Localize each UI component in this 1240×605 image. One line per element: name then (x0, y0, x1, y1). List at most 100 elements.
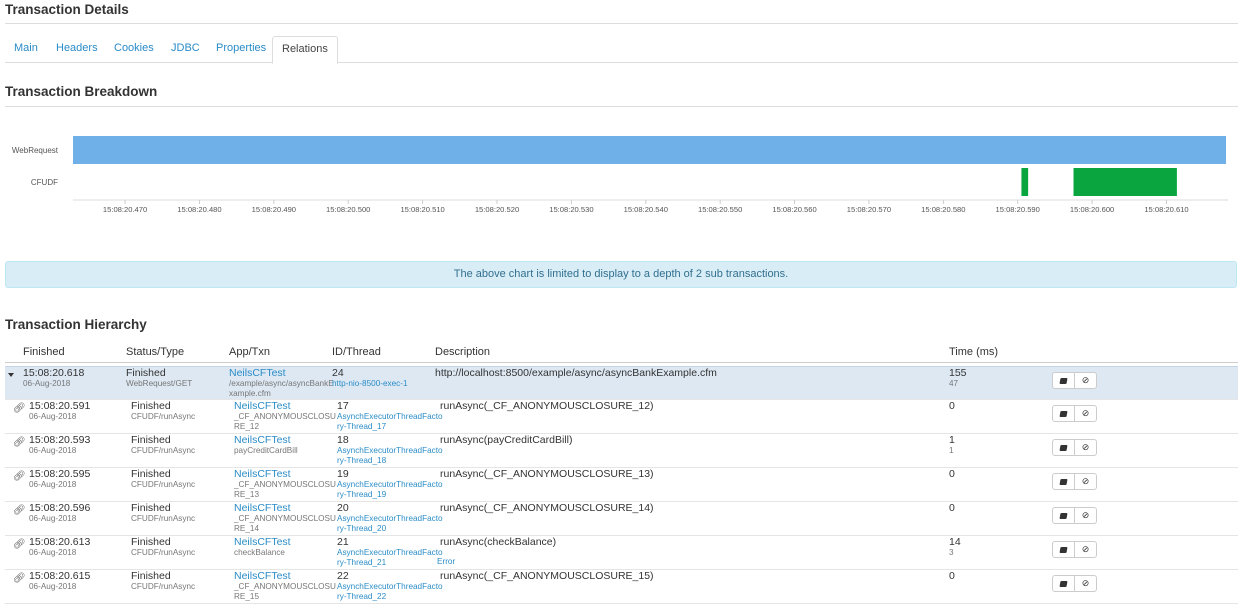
thread-link[interactable]: AsynchExecutorThreadFacto (337, 514, 443, 524)
col-status-type[interactable]: Status/Type (126, 346, 184, 358)
thread-link[interactable]: AsynchExecutorThreadFacto (337, 548, 443, 558)
ignore-button[interactable]: ⊘ (1074, 373, 1096, 388)
time-ms: 0 (949, 468, 955, 480)
caret-down-icon[interactable] (8, 373, 14, 377)
thread-link[interactable]: ry-Thread_19 (337, 490, 443, 500)
table-row[interactable]: 🔗︎ 15:08:20.593 06-Aug-2018 Finished CFU… (5, 434, 1238, 468)
link-icon: 🔗︎ (13, 403, 26, 414)
thread-link[interactable]: http-nio-8500-exec-1 (332, 379, 408, 389)
thread-link[interactable]: AsynchExecutorThreadFacto (337, 412, 443, 422)
app-link[interactable]: NeilsCFTest (234, 435, 298, 446)
tab-properties[interactable]: Properties (207, 36, 275, 63)
x-tick-label: 15:08:20.610 (1144, 205, 1188, 214)
row-actions: ⊘ (1052, 507, 1097, 524)
col-description[interactable]: Description (435, 346, 490, 358)
details-button[interactable] (1053, 406, 1074, 421)
span-bar-cfudf (1021, 168, 1029, 196)
details-button[interactable] (1053, 508, 1074, 523)
thread-link[interactable]: AsynchExecutorThreadFacto (337, 582, 443, 592)
finished-date: 06-Aug-2018 (23, 379, 71, 388)
description: runAsync(_CF_ANONYMOUSCLOSURE_14) (440, 502, 654, 514)
ignore-button[interactable]: ⊘ (1074, 576, 1096, 591)
txn-id: 19 (337, 468, 349, 480)
txn-name: payCreditCardBill (234, 446, 298, 455)
txn-name: _CF_ANONYMOUSCLOSU (234, 582, 336, 591)
ban-icon: ⊘ (1081, 375, 1090, 385)
finished-date: 06-Aug-2018 (29, 582, 77, 591)
col-time-ms[interactable]: Time (ms) (949, 346, 998, 358)
thread-link[interactable]: ry-Thread_20 (337, 524, 443, 534)
app-link[interactable]: NeilsCFTest (229, 368, 334, 379)
x-tick-label: 15:08:20.470 (103, 205, 147, 214)
thread-link[interactable]: ry-Thread_17 (337, 422, 443, 432)
col-finished[interactable]: Finished (23, 346, 65, 358)
table-row[interactable]: 🔗︎ 15:08:20.595 06-Aug-2018 Finished CFU… (5, 468, 1238, 502)
link-icon: 🔗︎ (13, 437, 26, 448)
ignore-button[interactable]: ⊘ (1074, 508, 1096, 523)
ignore-button[interactable]: ⊘ (1074, 474, 1096, 489)
type: CFUDF/runAsync (131, 446, 196, 455)
table-row[interactable]: 🔗︎ 15:08:20.596 06-Aug-2018 Finished CFU… (5, 502, 1238, 536)
thread-link[interactable]: ry-Thread_22 (337, 592, 443, 602)
status: Finished (131, 434, 171, 446)
thread-link[interactable]: ry-Thread_21 (337, 558, 443, 568)
thread-link[interactable]: ry-Thread_18 (337, 456, 443, 466)
ban-icon: ⊘ (1081, 544, 1090, 554)
txn-id: 24 (332, 367, 344, 379)
ban-icon: ⊘ (1081, 510, 1090, 520)
status: Finished (131, 570, 171, 582)
finished-time: 15:08:20.591 (29, 400, 91, 412)
details-button[interactable] (1053, 373, 1074, 388)
tab-bar: Main Headers Cookies JDBC Properties Rel… (5, 36, 1238, 64)
row-label-cfudf: CFUDF (31, 178, 58, 187)
row-actions: ⊘ (1052, 372, 1097, 389)
time-ms: 0 (949, 400, 955, 412)
txn-name: RE_12 (234, 422, 260, 431)
description: runAsync(_CF_ANONYMOUSCLOSURE_12) (440, 400, 654, 412)
ignore-button[interactable]: ⊘ (1074, 440, 1096, 455)
col-id-thread[interactable]: ID/Thread (332, 346, 381, 358)
error-link[interactable]: Error (437, 557, 455, 567)
tab-jdbc[interactable]: JDBC (162, 36, 209, 63)
table-row[interactable]: 🔗︎ 15:08:20.613 06-Aug-2018 Finished CFU… (5, 536, 1238, 570)
transaction-breakdown-chart: WebRequest CFUDF 15:08:20.470 15:08:20.480 1… (12, 136, 1228, 214)
txn-id: 17 (337, 400, 349, 412)
type: CFUDF/runAsync (131, 548, 196, 557)
finished-time: 15:08:20.595 (29, 468, 91, 480)
ignore-button[interactable]: ⊘ (1074, 406, 1096, 421)
book-icon (1059, 580, 1068, 587)
txn-id: 18 (337, 434, 349, 446)
book-icon (1059, 444, 1068, 451)
type: CFUDF/runAsync (131, 582, 196, 591)
app-link[interactable]: NeilsCFTest (234, 537, 291, 548)
tab-cookies[interactable]: Cookies (105, 36, 163, 63)
row-actions: ⊘ (1052, 405, 1097, 422)
time-ms-self: 3 (949, 548, 954, 557)
table-row[interactable]: 🔗︎ 15:08:20.615 06-Aug-2018 Finished CFU… (5, 570, 1238, 604)
thread-link[interactable]: AsynchExecutorThreadFacto (337, 480, 443, 490)
tab-main[interactable]: Main (5, 36, 47, 63)
table-row[interactable]: 🔗︎ 15:08:20.591 06-Aug-2018 Finished CFU… (5, 400, 1238, 434)
txn-id: 22 (337, 570, 349, 582)
x-tick-label: 15:08:20.540 (624, 205, 668, 214)
details-button[interactable] (1053, 576, 1074, 591)
status: Finished (131, 502, 171, 514)
tab-relations[interactable]: Relations (272, 36, 338, 64)
details-button[interactable] (1053, 542, 1074, 557)
app-link[interactable]: NeilsCFTest (234, 571, 336, 582)
ignore-button[interactable]: ⊘ (1074, 542, 1096, 557)
details-button[interactable] (1053, 474, 1074, 489)
row-actions: ⊘ (1052, 473, 1097, 490)
app-link[interactable]: NeilsCFTest (234, 503, 336, 514)
details-button[interactable] (1053, 440, 1074, 455)
tab-headers[interactable]: Headers (47, 36, 107, 63)
ban-icon: ⊘ (1081, 578, 1090, 588)
thread-link[interactable]: AsynchExecutorThreadFacto (337, 446, 443, 456)
x-tick-label: 15:08:20.500 (326, 205, 370, 214)
app-link[interactable]: NeilsCFTest (234, 401, 336, 412)
x-tick-label: 15:08:20.580 (921, 205, 965, 214)
app-link[interactable]: NeilsCFTest (234, 469, 336, 480)
x-tick-label: 15:08:20.560 (772, 205, 816, 214)
col-app-txn[interactable]: App/Txn (229, 346, 270, 358)
table-row-root[interactable]: 15:08:20.618 06-Aug-2018 Finished WebReq… (5, 366, 1238, 400)
